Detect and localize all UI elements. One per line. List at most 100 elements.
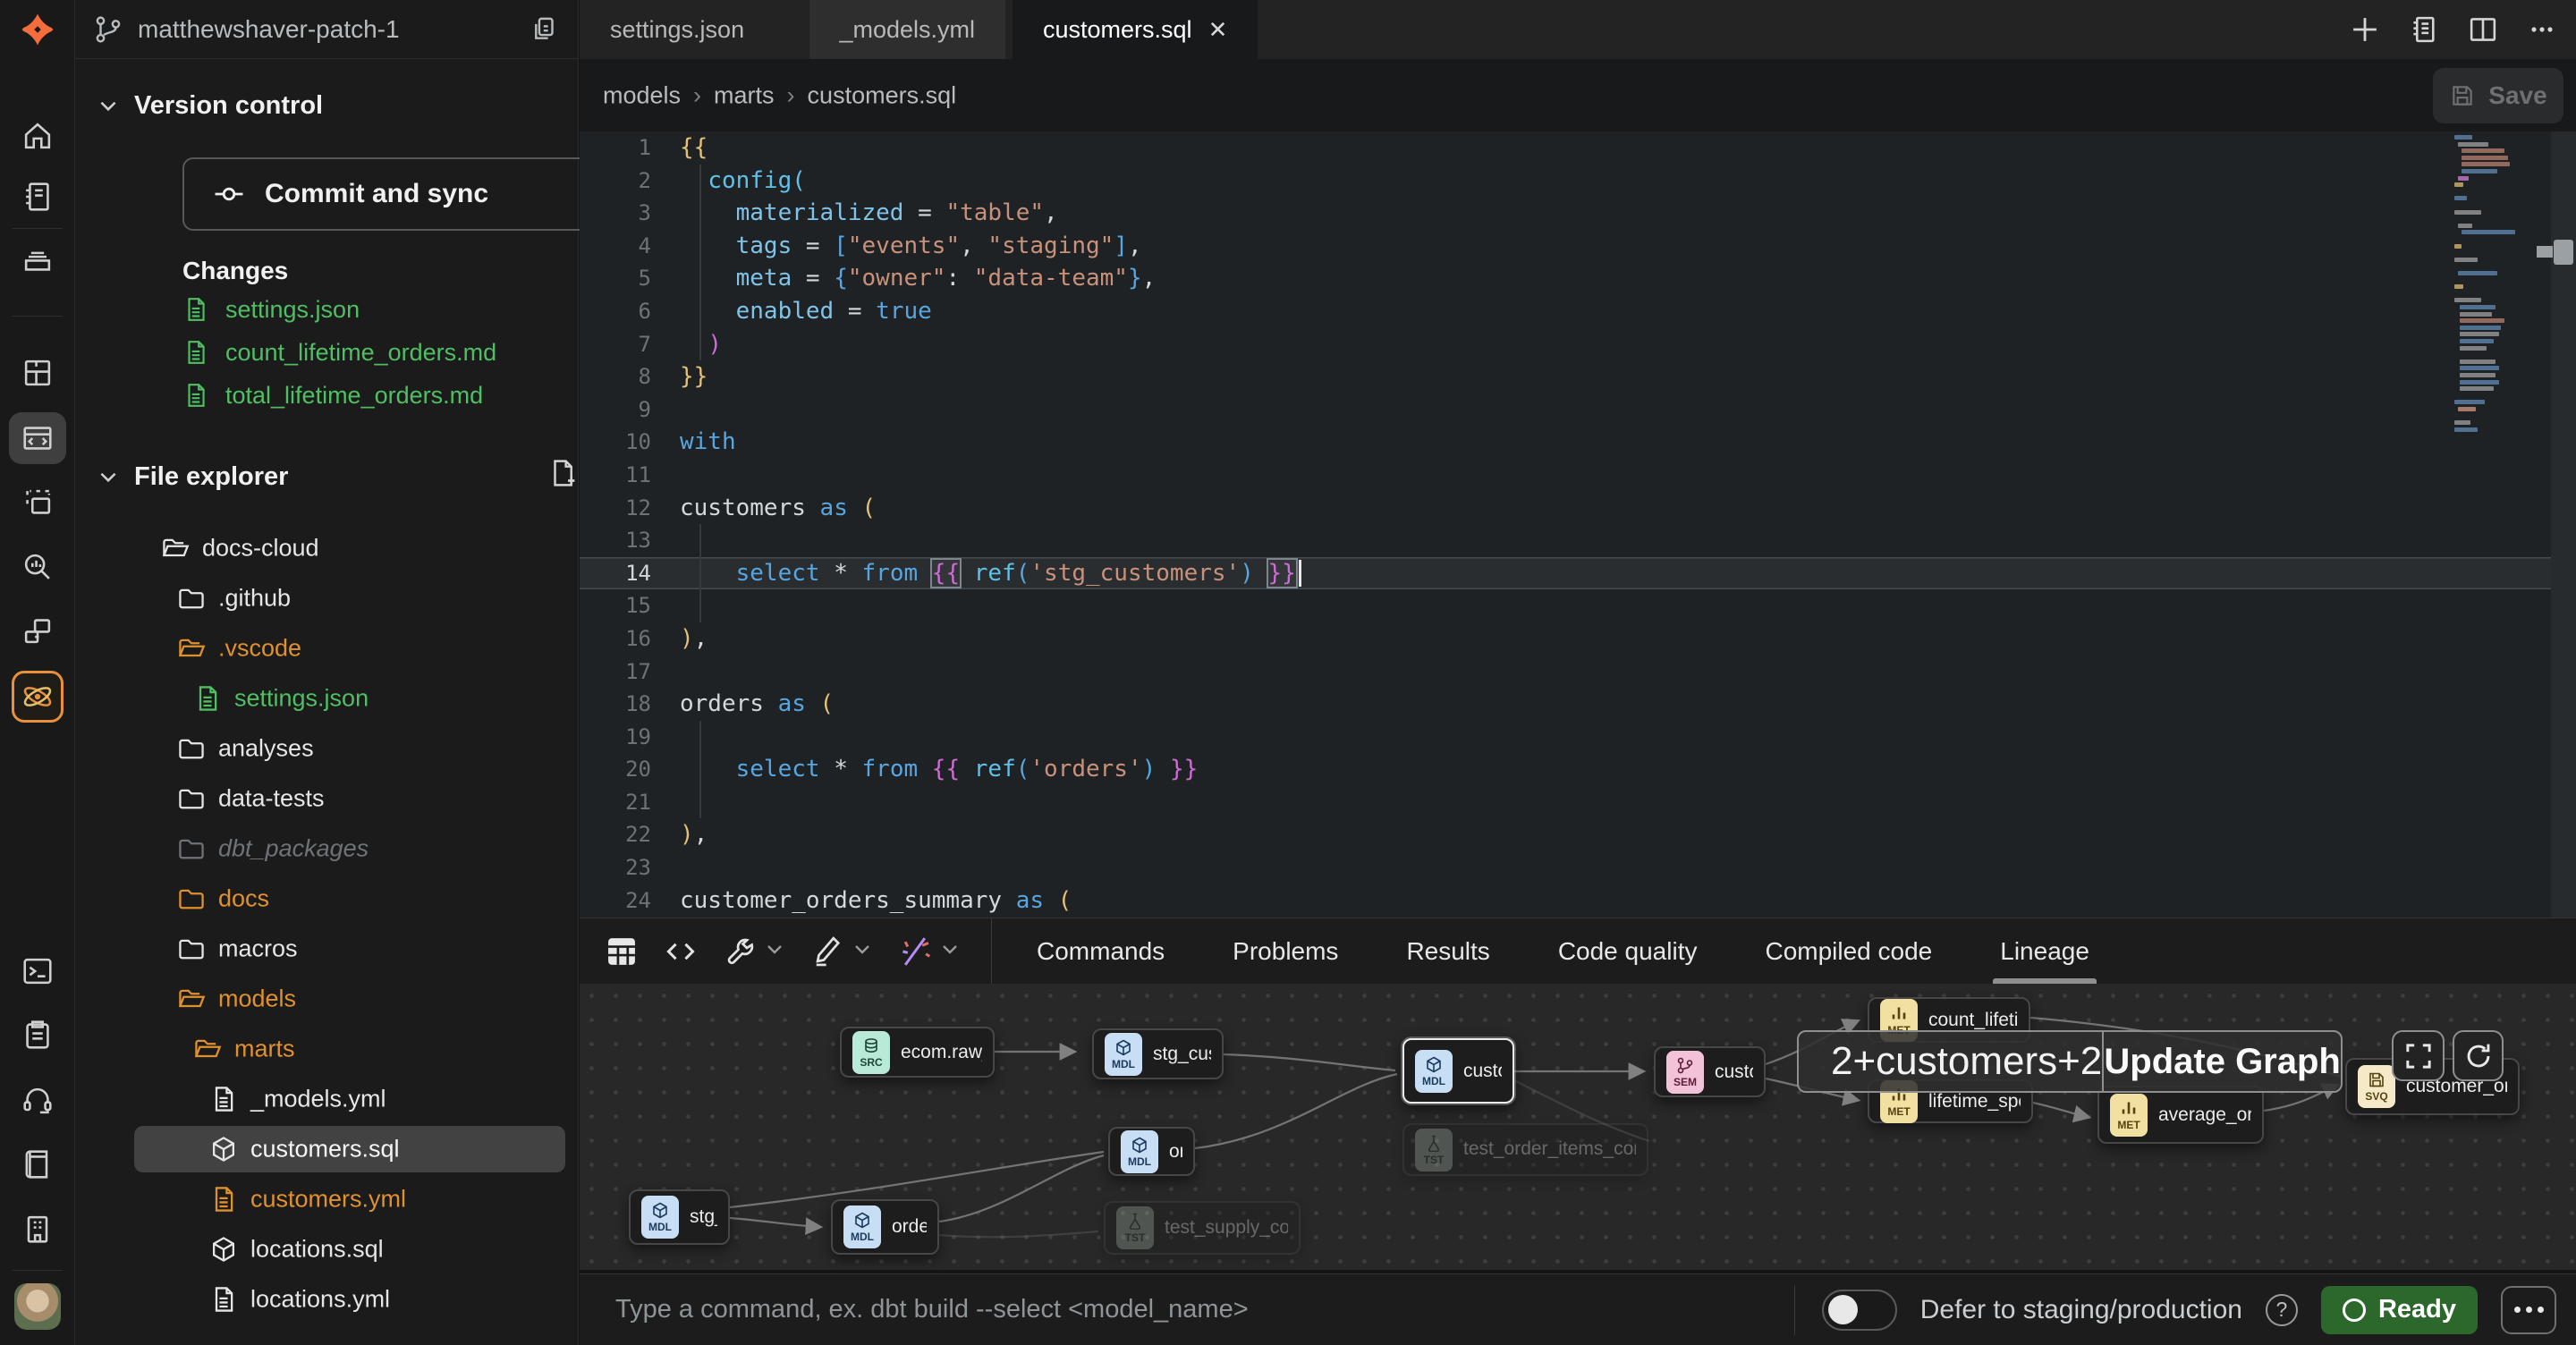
tab--models-yml[interactable]: _models.yml <box>809 0 1006 59</box>
dashboard-icon[interactable] <box>18 353 57 393</box>
tree-item--vscode[interactable]: .vscode• <box>75 625 578 672</box>
change-item[interactable]: total_lifetime_orders.md+ <box>182 374 642 417</box>
lineage-node-stg-customers[interactable]: MDLstg_customers <box>1092 1028 1224 1079</box>
query-explorer-icon[interactable] <box>18 547 57 587</box>
panel-tab-compiled-code[interactable]: Compiled code <box>1731 918 1966 985</box>
update-graph-button[interactable]: Update Graph <box>2102 1032 2341 1091</box>
code-line-3[interactable]: 3 materialized = "table", <box>580 197 2576 230</box>
save-button[interactable]: Save <box>2433 68 2563 123</box>
lineage-node-customers-model[interactable]: MDLcustomers <box>1402 1038 1514 1104</box>
notebook-icon[interactable] <box>18 177 57 216</box>
inbox-icon[interactable] <box>18 240 57 279</box>
breadcrumb-segment[interactable]: customers.sql <box>808 81 957 109</box>
code-line-2[interactable]: 2 config( <box>580 165 2576 198</box>
change-item[interactable]: settings.json+ <box>182 288 642 331</box>
branch-selector[interactable]: matthewshaver-patch-1 <box>75 0 578 59</box>
panel-tab-problems[interactable]: Problems <box>1199 918 1372 985</box>
organization-icon[interactable] <box>18 1209 57 1248</box>
lineage-selector-input[interactable]: 2+customers+2 <box>1799 1032 2102 1091</box>
apps-icon[interactable] <box>18 611 57 650</box>
code-line-10[interactable]: 10with <box>580 426 2576 459</box>
chevron-down-icon[interactable] <box>764 938 785 964</box>
tree-item--models-yml[interactable]: _models.yml <box>75 1076 578 1122</box>
more-actions-icon[interactable] <box>2526 13 2558 46</box>
tree-item-macros[interactable]: macros <box>75 926 578 972</box>
tree-item-dbt-packages[interactable]: dbt_packages <box>75 825 578 872</box>
dbt-assist-icon[interactable] <box>898 935 932 969</box>
new-tab-icon[interactable] <box>2349 13 2381 46</box>
support-headset-icon[interactable] <box>18 1081 57 1121</box>
tree-item-models[interactable]: models• <box>75 976 578 1022</box>
lineage-graph[interactable]: TSTtest_order_items_compute_to_bools_cor… <box>580 984 2576 1270</box>
build-tools-icon[interactable] <box>723 935 757 969</box>
panel-tab-results[interactable]: Results <box>1372 918 1523 985</box>
lineage-node-order-items[interactable]: MDLorder_items <box>831 1199 939 1255</box>
panel-tab-commands[interactable]: Commands <box>1003 918 1199 985</box>
chevron-down-icon[interactable] <box>852 938 873 964</box>
defer-toggle[interactable] <box>1822 1290 1897 1331</box>
help-icon[interactable]: ? <box>2266 1294 2298 1326</box>
code-line-6[interactable]: 6 enabled = true <box>580 295 2576 328</box>
lint-format-icon[interactable] <box>810 935 844 969</box>
lineage-node-avg-order-value[interactable]: METaverage_order_value <box>2097 1086 2264 1144</box>
tab-settings-json[interactable]: settings.json <box>580 0 775 59</box>
code-line-24[interactable]: 24customer_orders_summary as ( <box>580 884 2576 918</box>
code-line-23[interactable]: 23 <box>580 851 2576 884</box>
tree-item-locations-sql[interactable]: locations.sql <box>75 1226 578 1273</box>
tree-item--github[interactable]: .github <box>75 575 578 622</box>
split-editor-icon[interactable] <box>2467 13 2499 46</box>
code-line-18[interactable]: 18orders as ( <box>580 688 2576 721</box>
tree-item-customers-sql[interactable]: customers.sql <box>75 1126 578 1172</box>
code-line-5[interactable]: 5 meta = {"owner": "data-team"}, <box>580 262 2576 295</box>
tree-item-docs-cloud[interactable]: docs-cloud <box>75 525 578 571</box>
code-line-4[interactable]: 4 tags = ["events", "staging"], <box>580 230 2576 263</box>
tree-item-marts[interactable]: marts• <box>75 1026 578 1072</box>
file-explorer-header[interactable]: File explorer <box>97 458 288 495</box>
dbt-catalog-icon[interactable] <box>12 671 64 723</box>
code-line-8[interactable]: 8}} <box>580 360 2576 393</box>
more-options-button[interactable] <box>2501 1286 2556 1334</box>
lineage-node-stg-orders[interactable]: MDLstg_orders <box>629 1189 730 1245</box>
copy-icon[interactable] <box>530 14 560 45</box>
tree-item-docs[interactable]: docs• <box>75 876 578 922</box>
close-icon[interactable]: ✕ <box>1208 16 1228 44</box>
tab-customers-sql[interactable]: customers.sql✕ <box>1013 0 1258 59</box>
copy-window-icon[interactable] <box>18 483 57 522</box>
results-table-icon[interactable] <box>605 935 639 969</box>
code-line-15[interactable]: 15 <box>580 589 2576 622</box>
commit-and-sync-button[interactable]: Commit and sync <box>182 157 642 231</box>
new-file-icon[interactable] <box>547 458 578 488</box>
status-badge[interactable]: Ready <box>2321 1286 2478 1334</box>
terminal-icon[interactable] <box>18 952 57 991</box>
code-line-1[interactable]: 1{{ <box>580 131 2576 165</box>
tree-item-customers-yml[interactable]: customers.yml• <box>75 1176 578 1222</box>
chevron-down-icon[interactable] <box>939 938 961 964</box>
lineage-node-orders[interactable]: MDLorders <box>1108 1127 1195 1176</box>
change-item[interactable]: count_lifetime_orders.md+ <box>182 331 642 374</box>
code-editor[interactable]: 1{{2 config(3 materialized = "table",4 t… <box>580 131 2576 918</box>
breadcrumb[interactable]: models›marts›customers.sql <box>603 81 956 109</box>
code-line-12[interactable]: 12customers as ( <box>580 492 2576 525</box>
version-control-header[interactable]: Version control <box>97 87 323 124</box>
clipboard-icon[interactable] <box>18 1015 57 1054</box>
code-editor-icon[interactable] <box>18 419 57 458</box>
lineage-node-raw-customers[interactable]: SRCecom.raw_customers <box>840 1027 995 1078</box>
lineage-node-customers-sem[interactable]: SEMcustomers <box>1654 1046 1766 1097</box>
user-avatar[interactable] <box>14 1283 61 1330</box>
code-line-20[interactable]: 20 select * from {{ ref('orders') }} <box>580 753 2576 786</box>
code-line-9[interactable]: 9 <box>580 393 2576 427</box>
breadcrumb-segment[interactable]: marts <box>714 81 775 109</box>
fullscreen-button[interactable] <box>2392 1030 2445 1081</box>
docs-book-icon[interactable] <box>18 1145 57 1184</box>
code-line-17[interactable]: 17 <box>580 656 2576 689</box>
code-line-22[interactable]: 22), <box>580 818 2576 851</box>
tree-item-analyses[interactable]: analyses <box>75 725 578 772</box>
home-icon[interactable] <box>18 116 57 156</box>
code-line-19[interactable]: 19 <box>580 721 2576 754</box>
changelog-icon[interactable] <box>2408 13 2440 46</box>
tree-item-locations-yml[interactable]: locations.yml <box>75 1276 578 1323</box>
tree-item-data-tests[interactable]: data-tests <box>75 775 578 822</box>
panel-tab-code-quality[interactable]: Code quality <box>1524 918 1732 985</box>
breadcrumb-segment[interactable]: models <box>603 81 681 109</box>
refresh-graph-button[interactable] <box>2453 1030 2504 1081</box>
